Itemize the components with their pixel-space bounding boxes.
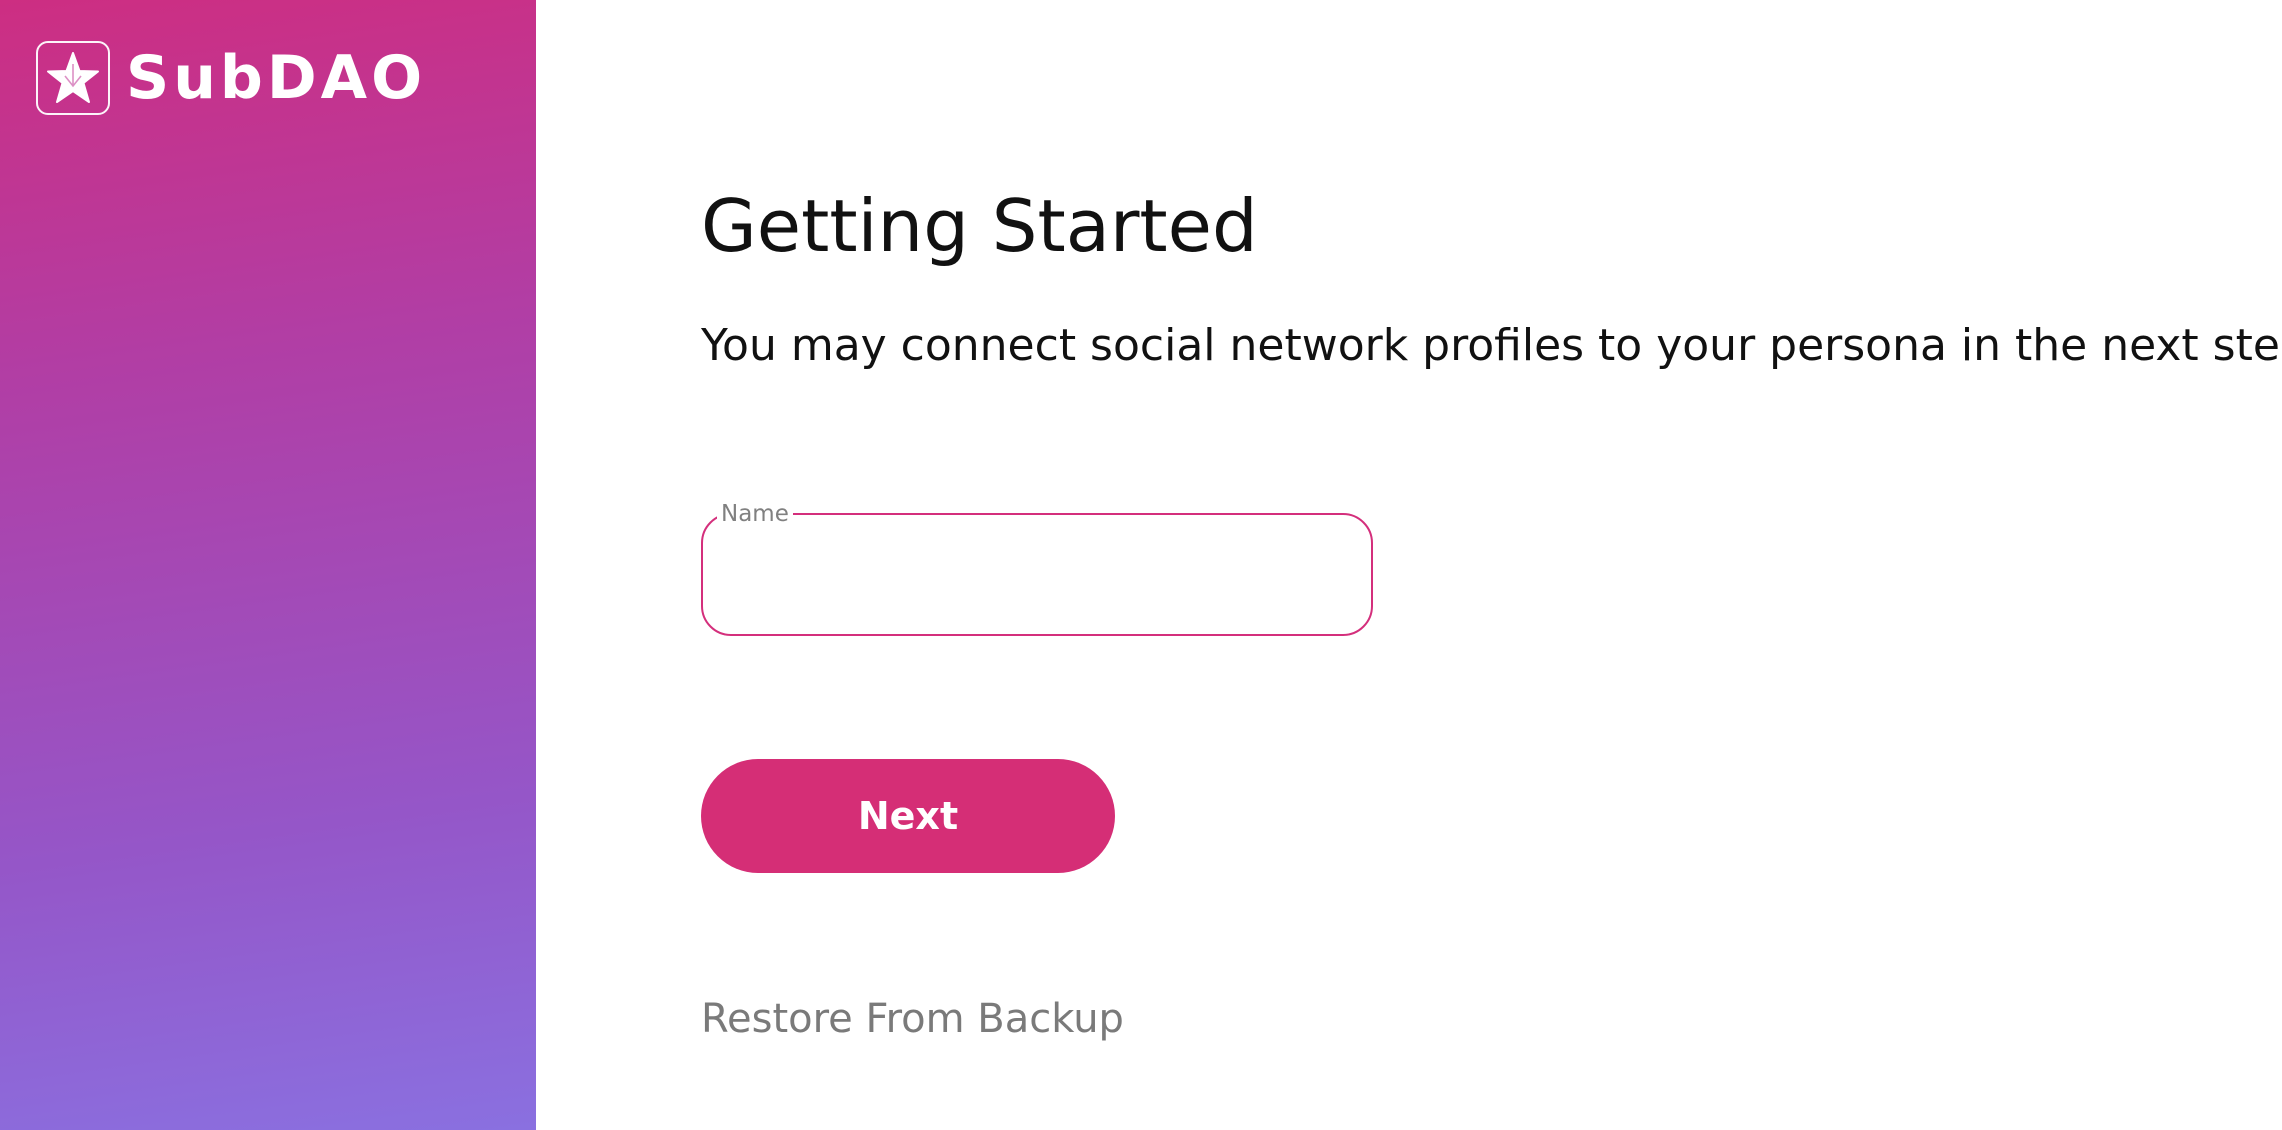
brand-logo: SubDAO: [36, 41, 426, 115]
sidebar: SubDAO: [0, 0, 536, 1130]
next-button[interactable]: Next: [701, 759, 1115, 873]
star-icon: [36, 41, 110, 115]
name-input[interactable]: [727, 543, 1347, 615]
name-field[interactable]: Name: [701, 500, 1373, 636]
main-content: Getting Started You may connect social n…: [536, 0, 2282, 1130]
name-field-label: Name: [717, 500, 793, 528]
page-subtitle: You may connect social network profiles …: [701, 320, 2282, 371]
restore-from-backup-link[interactable]: Restore From Backup: [701, 995, 1124, 1043]
page-title: Getting Started: [701, 184, 1258, 268]
app-window: SubDAO Getting Started You may connect s…: [0, 0, 2282, 1130]
brand-name: SubDAO: [126, 43, 427, 113]
